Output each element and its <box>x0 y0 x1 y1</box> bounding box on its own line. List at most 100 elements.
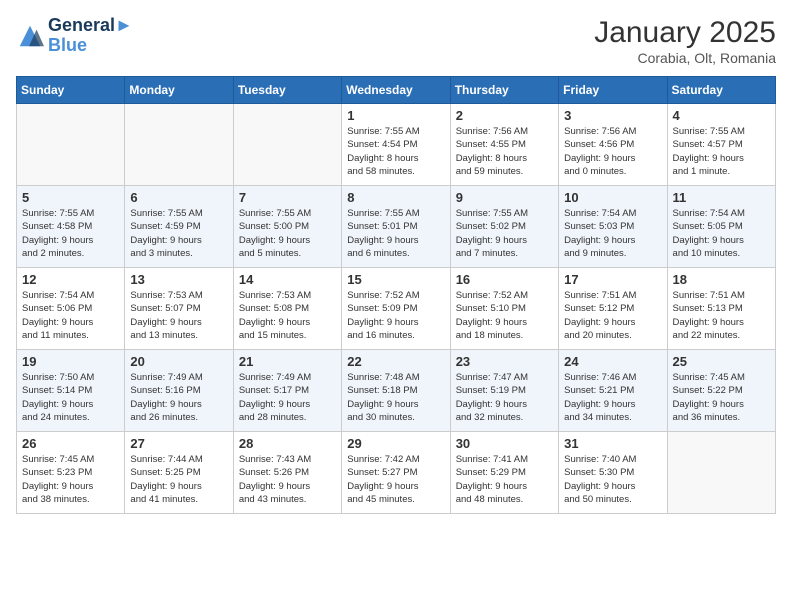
day-info: Sunrise: 7:45 AM Sunset: 5:22 PM Dayligh… <box>673 371 770 424</box>
calendar-cell <box>125 104 233 186</box>
day-number: 5 <box>22 190 119 205</box>
day-info: Sunrise: 7:54 AM Sunset: 5:05 PM Dayligh… <box>673 207 770 260</box>
weekday-header: Sunday <box>17 77 125 104</box>
day-number: 28 <box>239 436 336 451</box>
day-info: Sunrise: 7:54 AM Sunset: 5:03 PM Dayligh… <box>564 207 661 260</box>
location: Corabia, Olt, Romania <box>594 50 776 66</box>
day-info: Sunrise: 7:43 AM Sunset: 5:26 PM Dayligh… <box>239 453 336 506</box>
calendar-cell: 11 Sunrise: 7:54 AM Sunset: 5:05 PM Dayli… <box>667 186 775 268</box>
day-info: Sunrise: 7:53 AM Sunset: 5:07 PM Dayligh… <box>130 289 227 342</box>
calendar-week-row: 19Sunrise: 7:50 AM Sunset: 5:14 PM Dayli… <box>17 350 776 432</box>
day-info: Sunrise: 7:55 AM Sunset: 4:59 PM Dayligh… <box>130 207 227 260</box>
day-number: 11 <box>673 190 770 205</box>
weekday-header: Thursday <box>450 77 558 104</box>
day-info: Sunrise: 7:55 AM Sunset: 4:54 PM Dayligh… <box>347 125 444 178</box>
day-number: 27 <box>130 436 227 451</box>
day-number: 31 <box>564 436 661 451</box>
day-number: 25 <box>673 354 770 369</box>
calendar-table: SundayMondayTuesdayWednesdayThursdayFrid… <box>16 76 776 514</box>
day-info: Sunrise: 7:52 AM Sunset: 5:10 PM Dayligh… <box>456 289 553 342</box>
day-info: Sunrise: 7:40 AM Sunset: 5:30 PM Dayligh… <box>564 453 661 506</box>
calendar-cell: 21 Sunrise: 7:49 AM Sunset: 5:17 PM Dayli… <box>233 350 341 432</box>
day-info: Sunrise: 7:55 AM Sunset: 4:58 PM Dayligh… <box>22 207 119 260</box>
calendar-cell: 27 Sunrise: 7:44 AM Sunset: 5:25 PM Dayli… <box>125 432 233 514</box>
calendar-cell: 31 Sunrise: 7:40 AM Sunset: 5:30 PM Dayli… <box>559 432 667 514</box>
title-block: January 2025 Corabia, Olt, Romania <box>594 16 776 66</box>
day-number: 18 <box>673 272 770 287</box>
calendar-cell: 5 Sunrise: 7:55 AM Sunset: 4:58 PM Daylig… <box>17 186 125 268</box>
calendar-cell: 18 Sunrise: 7:51 AM Sunset: 5:13 PM Dayli… <box>667 268 775 350</box>
day-number: 16 <box>456 272 553 287</box>
calendar-week-row: 1 Sunrise: 7:55 AM Sunset: 4:54 PM Daylig… <box>17 104 776 186</box>
day-info: Sunrise: 7:55 AM Sunset: 5:02 PM Dayligh… <box>456 207 553 260</box>
calendar-week-row: 12 Sunrise: 7:54 AM Sunset: 5:06 PM Dayli… <box>17 268 776 350</box>
calendar-cell: 17Sunrise: 7:51 AM Sunset: 5:12 PM Dayli… <box>559 268 667 350</box>
logo: General► Blue <box>16 16 133 56</box>
calendar-cell: 22Sunrise: 7:48 AM Sunset: 5:18 PM Dayli… <box>342 350 450 432</box>
day-number: 2 <box>456 108 553 123</box>
day-number: 8 <box>347 190 444 205</box>
calendar-cell: 14Sunrise: 7:53 AM Sunset: 5:08 PM Dayli… <box>233 268 341 350</box>
calendar-cell: 10Sunrise: 7:54 AM Sunset: 5:03 PM Dayli… <box>559 186 667 268</box>
weekday-header: Friday <box>559 77 667 104</box>
day-number: 15 <box>347 272 444 287</box>
day-info: Sunrise: 7:47 AM Sunset: 5:19 PM Dayligh… <box>456 371 553 424</box>
day-number: 29 <box>347 436 444 451</box>
calendar-cell: 25 Sunrise: 7:45 AM Sunset: 5:22 PM Dayli… <box>667 350 775 432</box>
day-info: Sunrise: 7:55 AM Sunset: 5:00 PM Dayligh… <box>239 207 336 260</box>
calendar-header-row: SundayMondayTuesdayWednesdayThursdayFrid… <box>17 77 776 104</box>
page-header: General► Blue January 2025 Corabia, Olt,… <box>16 16 776 66</box>
calendar-cell: 24 Sunrise: 7:46 AM Sunset: 5:21 PM Dayli… <box>559 350 667 432</box>
day-number: 20 <box>130 354 227 369</box>
calendar-cell: 1 Sunrise: 7:55 AM Sunset: 4:54 PM Daylig… <box>342 104 450 186</box>
day-number: 24 <box>564 354 661 369</box>
day-number: 30 <box>456 436 553 451</box>
calendar-cell: 20Sunrise: 7:49 AM Sunset: 5:16 PM Dayli… <box>125 350 233 432</box>
day-number: 22 <box>347 354 444 369</box>
day-info: Sunrise: 7:54 AM Sunset: 5:06 PM Dayligh… <box>22 289 119 342</box>
calendar-cell <box>17 104 125 186</box>
day-number: 3 <box>564 108 661 123</box>
calendar-cell: 3Sunrise: 7:56 AM Sunset: 4:56 PM Daylig… <box>559 104 667 186</box>
weekday-header: Wednesday <box>342 77 450 104</box>
day-number: 7 <box>239 190 336 205</box>
calendar-cell: 16 Sunrise: 7:52 AM Sunset: 5:10 PM Dayli… <box>450 268 558 350</box>
calendar-cell: 6 Sunrise: 7:55 AM Sunset: 4:59 PM Daylig… <box>125 186 233 268</box>
day-number: 1 <box>347 108 444 123</box>
day-info: Sunrise: 7:51 AM Sunset: 5:13 PM Dayligh… <box>673 289 770 342</box>
day-info: Sunrise: 7:42 AM Sunset: 5:27 PM Dayligh… <box>347 453 444 506</box>
day-number: 21 <box>239 354 336 369</box>
calendar-cell: 7 Sunrise: 7:55 AM Sunset: 5:00 PM Daylig… <box>233 186 341 268</box>
day-number: 26 <box>22 436 119 451</box>
calendar-cell: 13 Sunrise: 7:53 AM Sunset: 5:07 PM Dayli… <box>125 268 233 350</box>
day-info: Sunrise: 7:45 AM Sunset: 5:23 PM Dayligh… <box>22 453 119 506</box>
logo-text: General► Blue <box>48 16 133 56</box>
day-number: 12 <box>22 272 119 287</box>
day-number: 13 <box>130 272 227 287</box>
calendar-cell: 30Sunrise: 7:41 AM Sunset: 5:29 PM Dayli… <box>450 432 558 514</box>
day-number: 17 <box>564 272 661 287</box>
calendar-cell <box>667 432 775 514</box>
calendar-cell: 15Sunrise: 7:52 AM Sunset: 5:09 PM Dayli… <box>342 268 450 350</box>
day-info: Sunrise: 7:49 AM Sunset: 5:17 PM Dayligh… <box>239 371 336 424</box>
weekday-header: Monday <box>125 77 233 104</box>
logo-icon <box>16 22 44 50</box>
calendar-cell: 12 Sunrise: 7:54 AM Sunset: 5:06 PM Dayli… <box>17 268 125 350</box>
day-info: Sunrise: 7:56 AM Sunset: 4:55 PM Dayligh… <box>456 125 553 178</box>
day-info: Sunrise: 7:46 AM Sunset: 5:21 PM Dayligh… <box>564 371 661 424</box>
calendar-cell: 9Sunrise: 7:55 AM Sunset: 5:02 PM Daylig… <box>450 186 558 268</box>
weekday-header: Tuesday <box>233 77 341 104</box>
day-info: Sunrise: 7:55 AM Sunset: 4:57 PM Dayligh… <box>673 125 770 178</box>
calendar-cell: 8 Sunrise: 7:55 AM Sunset: 5:01 PM Daylig… <box>342 186 450 268</box>
calendar-cell: 19Sunrise: 7:50 AM Sunset: 5:14 PM Dayli… <box>17 350 125 432</box>
calendar-cell: 28 Sunrise: 7:43 AM Sunset: 5:26 PM Dayli… <box>233 432 341 514</box>
calendar-cell <box>233 104 341 186</box>
calendar-cell: 23 Sunrise: 7:47 AM Sunset: 5:19 PM Dayli… <box>450 350 558 432</box>
day-info: Sunrise: 7:55 AM Sunset: 5:01 PM Dayligh… <box>347 207 444 260</box>
day-number: 23 <box>456 354 553 369</box>
calendar-cell: 2 Sunrise: 7:56 AM Sunset: 4:55 PM Daylig… <box>450 104 558 186</box>
day-number: 6 <box>130 190 227 205</box>
weekday-header: Saturday <box>667 77 775 104</box>
calendar-cell: 26 Sunrise: 7:45 AM Sunset: 5:23 PM Dayli… <box>17 432 125 514</box>
day-info: Sunrise: 7:44 AM Sunset: 5:25 PM Dayligh… <box>130 453 227 506</box>
